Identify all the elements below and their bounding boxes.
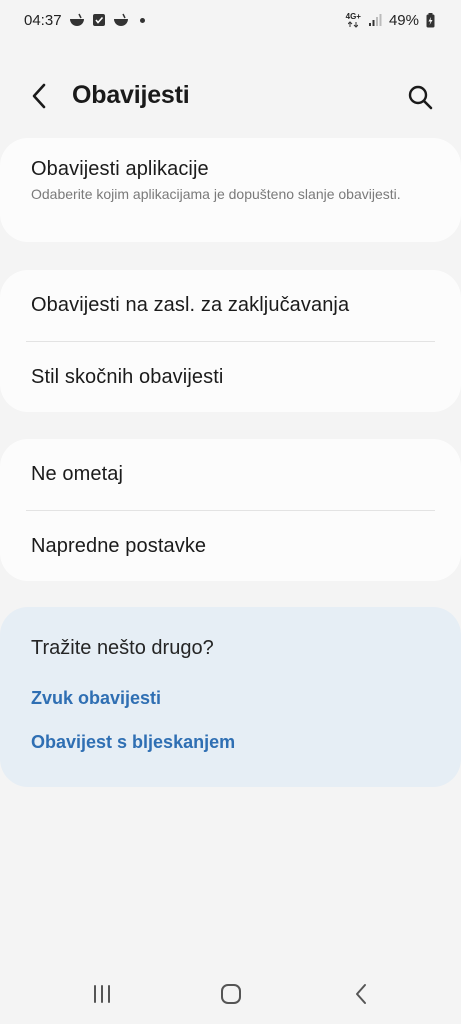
do-not-disturb-label: Ne ometaj	[31, 463, 124, 485]
recents-icon	[94, 985, 110, 1003]
suggestions-card: Tražite nešto drugo? Zvuk obavijesti Oba…	[0, 607, 461, 787]
divider	[26, 510, 435, 511]
do-not-disturb-item[interactable]: Ne ometaj	[31, 463, 435, 486]
dot-icon	[139, 17, 145, 23]
dnd-advanced-card: Ne ometaj Napredne postavke	[0, 439, 461, 581]
home-icon	[221, 984, 241, 1004]
back-icon	[356, 984, 366, 1004]
app-notifications-title: Obavijesti aplikacije	[31, 158, 209, 180]
chevron-left-icon	[32, 83, 46, 109]
advanced-settings-item[interactable]: Napredne postavke	[31, 535, 435, 558]
search-button[interactable]	[403, 80, 437, 114]
page-title: Obavijesti	[72, 81, 190, 109]
app-notifications-subtitle: Odaberite kojim aplikacijama je dopušten…	[31, 186, 401, 202]
suggestions-title: Tražite nešto drugo?	[31, 637, 214, 659]
network-indicator: 4G+	[345, 11, 361, 28]
home-button[interactable]	[211, 978, 251, 1010]
checkbox-icon	[92, 13, 106, 27]
app-notifications-item[interactable]: Obavijesti aplikacije Odaberite kojim ap…	[31, 158, 435, 204]
status-bar: 04:37 4G+ 49%	[0, 0, 461, 40]
bowl-icon	[113, 13, 129, 27]
battery-charging-icon	[426, 12, 435, 28]
flash-notification-link[interactable]: Obavijest s bljeskanjem	[31, 732, 235, 753]
popup-style-label: Stil skočnih obavijesti	[31, 366, 224, 388]
lockscreen-popup-card: Obavijesti na zasl. za zaključavanja Sti…	[0, 270, 461, 412]
signal-icon	[368, 13, 382, 27]
status-time: 04:37	[24, 11, 62, 29]
battery-percent: 49%	[388, 11, 419, 29]
status-right: 4G+ 49%	[346, 12, 435, 29]
system-nav-bar	[0, 960, 461, 1024]
nav-back-button[interactable]	[341, 978, 381, 1010]
popup-style-item[interactable]: Stil skočnih obavijesti	[31, 366, 435, 389]
advanced-settings-label: Napredne postavke	[31, 535, 207, 557]
divider	[26, 341, 435, 342]
bowl-icon	[69, 13, 85, 27]
back-button[interactable]	[24, 80, 56, 112]
lockscreen-notifications-label: Obavijesti na zasl. za zaključavanja	[31, 294, 350, 316]
network-label: 4G+	[345, 11, 361, 21]
recents-button[interactable]	[82, 978, 122, 1010]
app-notifications-card: Obavijesti aplikacije Odaberite kojim ap…	[0, 138, 461, 242]
status-left: 04:37	[24, 12, 145, 29]
search-icon	[408, 85, 433, 110]
notification-sound-link[interactable]: Zvuk obavijesti	[31, 688, 161, 709]
app-header: Obavijesti	[0, 66, 461, 126]
notifications-settings-screen: 04:37 4G+ 49% Obavijesti Obavijesti apli…	[0, 0, 461, 1024]
lockscreen-notifications-item[interactable]: Obavijesti na zasl. za zaključavanja	[31, 294, 435, 317]
